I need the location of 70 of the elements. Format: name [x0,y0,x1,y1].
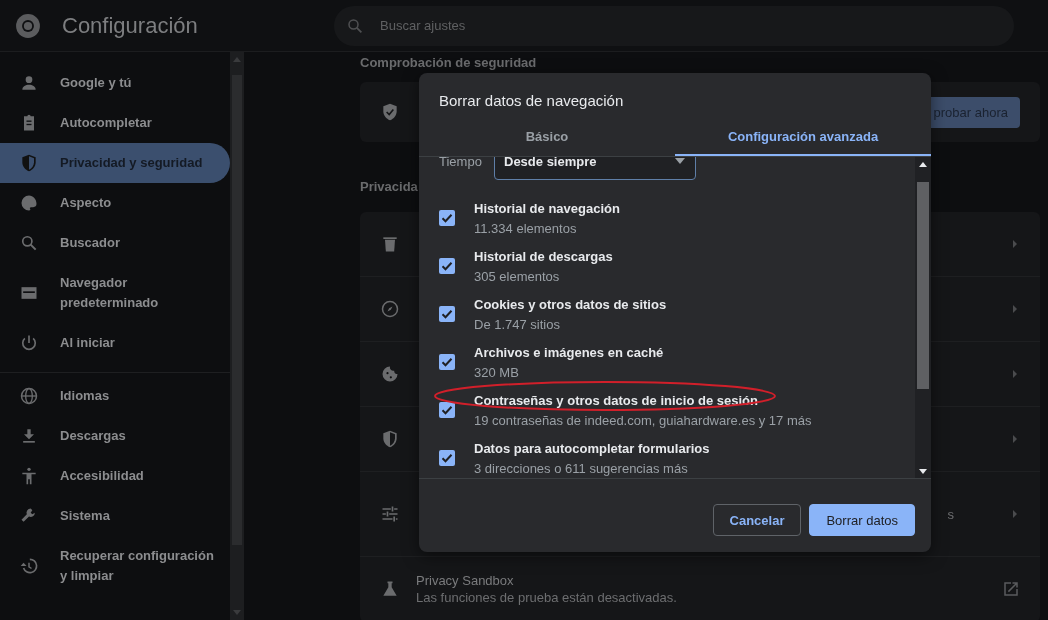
shield-icon [19,153,39,173]
checkbox[interactable] [439,306,455,322]
sidebar-item[interactable]: Accesibilidad [0,456,230,496]
sidebar-item[interactable]: Sistema [0,496,230,536]
sidebar-item[interactable]: Recuperar configuración y limpiar [0,536,230,596]
globe-icon [19,386,39,406]
search-field[interactable]: Buscar ajustes [334,5,1014,46]
sidebar-item[interactable]: Aspecto [0,183,230,223]
option-title: Cookies y otros datos de sitios [474,296,667,312]
scroll-up-icon[interactable] [919,162,927,167]
flask-icon [380,579,400,599]
external-link-icon[interactable] [1002,580,1020,598]
dialog-tab[interactable]: Básico [419,119,675,156]
sidebar-item[interactable]: Idiomas [0,376,230,416]
chevron-right-icon[interactable] [1010,239,1020,249]
search-icon [19,233,39,253]
checkbox[interactable] [439,210,455,226]
option-detail: 19 contraseñas de indeed.com, guiahardware.es y 17 más [474,412,812,428]
time-range-dropdown[interactable]: Desde siempre [494,157,696,180]
search-icon [346,16,364,35]
option-detail: 11.334 elementos [474,220,578,236]
checkbox[interactable] [439,402,455,418]
palette-icon [19,193,39,213]
option-detail: 3 direcciones o 611 sugerencias más [474,460,689,476]
dropdown-caret-icon [675,158,685,164]
option-title: Archivos e imágenes en caché [474,344,664,360]
sidebar-item[interactable]: Buscador [0,223,230,263]
time-label: Tiempo [439,157,483,169]
checkbox[interactable] [439,354,455,370]
shield-icon [380,429,400,449]
option-title: Historial de navegación [474,200,620,216]
sidebar-item[interactable]: Al iniciar [0,323,230,363]
checkbox[interactable] [439,450,455,466]
cookie-icon [380,364,400,384]
sidebar-item[interactable]: Google y tú [0,63,230,103]
row-description: s [947,506,954,522]
section-heading: Privacida [360,178,418,196]
checkbox[interactable] [439,258,455,274]
row-title: Privacy Sandbox [416,573,515,588]
option-detail: 305 elementos [474,268,561,284]
sidebar-item[interactable]: Navegador predeterminado [0,263,230,323]
chevron-right-icon[interactable] [1010,434,1020,444]
scroll-down-icon[interactable] [919,469,927,474]
chevron-right-icon[interactable] [1010,509,1020,519]
option-title: Historial de descargas [474,248,613,264]
sliders-icon [380,504,400,524]
dialog-title: Borrar datos de navegación [438,91,625,110]
search-input[interactable]: Buscar ajustes [378,17,882,34]
sidebar-item[interactable]: Descargas [0,416,230,456]
row-description: Las funciones de prueba están desactivadas. [416,590,678,605]
chevron-right-icon[interactable] [1010,304,1020,314]
shield-check-icon [380,102,400,122]
dialog-tab[interactable]: Configuración avanzada [675,119,931,156]
option-title: Datos para autocompletar formularios [474,440,710,456]
compass-icon [380,299,400,319]
option-detail: 320 MB [474,364,520,380]
accessibility-icon [19,466,39,486]
browser-logo-icon [15,12,41,39]
section-heading: Comprobación de seguridad [360,54,537,72]
cancel-button[interactable]: Cancelar [712,504,802,536]
trash-icon [380,234,400,254]
page-title: Configuración [62,12,199,39]
power-icon [19,333,39,353]
dialog-scrollbar[interactable] [915,157,931,478]
option-detail: De 1.747 sitios [474,316,561,332]
clear-data-button[interactable]: Borrar datos [809,504,915,536]
person-icon [19,73,39,93]
sidebar-item[interactable]: Autocompletar [0,103,230,143]
chevron-right-icon[interactable] [1010,369,1020,379]
history-icon [19,556,39,576]
